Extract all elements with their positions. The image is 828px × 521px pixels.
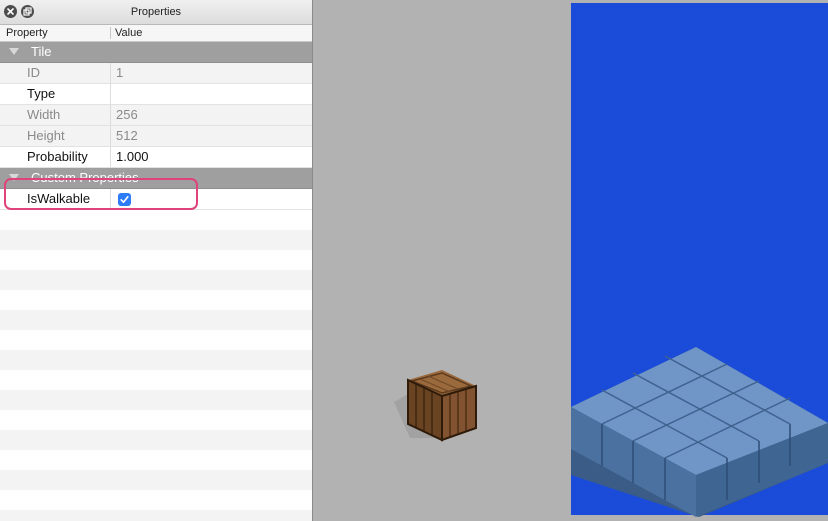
floor-tile-image [571,347,828,517]
crate-tile-image[interactable] [392,364,482,444]
property-value: 512 [116,128,138,143]
empty-row [0,350,312,370]
property-value: 1 [116,65,124,80]
property-key: Height [27,128,65,143]
property-key: ID [27,65,40,80]
empty-row [0,270,312,290]
empty-row [0,230,312,250]
group-tile[interactable]: Tile [0,42,312,63]
table-header: Property Value [0,25,312,42]
collapse-triangle-icon[interactable] [9,48,19,55]
empty-row [0,210,312,230]
empty-row [0,290,312,310]
property-value: 256 [116,107,138,122]
empty-row [0,410,312,430]
header-property[interactable]: Property [6,27,48,39]
empty-row [0,330,312,350]
header-value[interactable]: Value [115,27,142,39]
empty-row [0,430,312,450]
property-row-type[interactable]: Type [0,84,312,105]
empty-row [0,250,312,270]
property-row-width: Width 256 [0,105,312,126]
property-key: Width [27,107,61,122]
empty-row [0,510,312,521]
properties-panel: Properties Property Value Tile ID 1 Type… [0,0,313,521]
property-row-id: ID 1 [0,63,312,84]
empty-row [0,490,312,510]
panel-title: Properties [130,6,182,18]
empty-row [0,310,312,330]
property-row-probability[interactable]: Probability 1.000 [0,147,312,168]
header-separator [110,27,111,39]
empty-row [0,390,312,410]
annotation-highlight [4,178,198,210]
property-key: Type [27,86,56,101]
panel-titlebar: Properties [0,0,312,25]
property-key: Probability [27,149,88,164]
property-rows: Tile ID 1 Type Width 256 Height 512 Prob… [0,42,312,521]
property-value-field[interactable]: 1.000 [116,149,149,164]
empty-row [0,370,312,390]
empty-row [0,450,312,470]
group-label: Tile [31,44,52,59]
empty-row [0,470,312,490]
property-row-height: Height 512 [0,126,312,147]
